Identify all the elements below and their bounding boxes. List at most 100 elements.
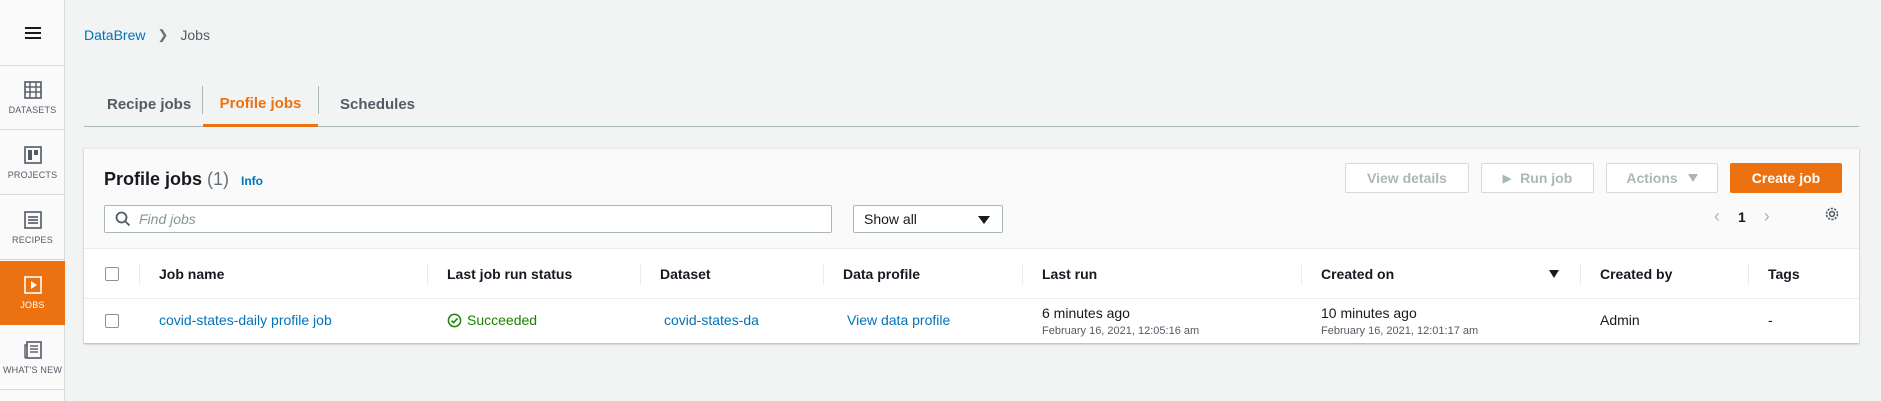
panel-title-text: Profile jobs — [104, 169, 203, 189]
rail-label: WHAT'S NEW — [2, 365, 63, 375]
profile-jobs-panel: Profile jobs (1) Info View details ▶ Run… — [84, 148, 1859, 343]
created-on-date: February 16, 2021, 12:01:17 am — [1321, 325, 1479, 337]
search-box — [104, 205, 832, 233]
table-row: covid-states-daily profile job Succeeded… — [84, 299, 1859, 344]
filter-select[interactable]: Show all — [853, 205, 1003, 233]
col-label: Created on — [1321, 266, 1395, 282]
col-label: Dataset — [660, 266, 711, 282]
col-label: Last job run status — [447, 266, 573, 282]
chevron-right-icon: ❯ — [157, 27, 169, 42]
rail-item-jobs[interactable]: JOBS — [0, 261, 65, 325]
view-details-button[interactable]: View details — [1345, 163, 1469, 193]
check-circle-icon — [447, 313, 462, 327]
row-checkbox[interactable] — [105, 314, 119, 328]
job-name-link[interactable]: covid-states-daily profile job — [159, 312, 332, 328]
pagination: ‹ 1 › — [1714, 206, 1770, 227]
column-divider — [640, 263, 641, 285]
breadcrumb-current: Jobs — [180, 27, 210, 43]
select-all-checkbox[interactable] — [105, 267, 119, 281]
tab-recipe-jobs[interactable]: Recipe jobs — [107, 82, 191, 127]
run-status: Succeeded — [447, 312, 537, 328]
last-run-cell: 6 minutes ago February 16, 2021, 12:05:1… — [1042, 305, 1199, 337]
created-on-relative: 10 minutes ago — [1321, 305, 1417, 321]
rail-item-whats-new[interactable]: WHAT'S NEW — [0, 326, 65, 390]
col-created-by[interactable]: Created by — [1600, 249, 1760, 299]
created-by-cell: Admin — [1600, 312, 1640, 328]
col-last-run[interactable]: Last run — [1042, 249, 1312, 299]
col-data-profile[interactable]: Data profile — [843, 249, 1033, 299]
sort-icon[interactable] — [1272, 270, 1282, 278]
sort-icon[interactable] — [1836, 270, 1846, 278]
col-tags[interactable]: Tags — [1768, 249, 1858, 299]
column-divider — [1580, 263, 1581, 285]
side-rail: DATASETS PROJECTS RECIPES JOBS WHAT'S NE… — [0, 0, 65, 401]
col-created-on[interactable]: Created on — [1321, 249, 1581, 299]
panel-title: Profile jobs (1) Info — [104, 169, 263, 190]
hamburger-icon — [24, 31, 41, 34]
list-icon — [23, 211, 42, 229]
sort-icon[interactable] — [792, 270, 802, 278]
run-job-label: Run job — [1520, 170, 1573, 186]
tab-bar: Recipe jobs Profile jobs Schedules — [84, 82, 1859, 127]
breadcrumb-databrew[interactable]: DataBrew — [84, 27, 145, 43]
breadcrumb: DataBrew ❯ Jobs — [84, 27, 210, 43]
news-icon — [23, 341, 42, 359]
gear-icon[interactable] — [1823, 205, 1841, 223]
sort-icon[interactable] — [1723, 270, 1733, 278]
rail-item-recipes[interactable]: RECIPES — [0, 196, 65, 260]
col-job-name[interactable]: Job name — [159, 249, 424, 299]
actions-label: Actions — [1626, 170, 1678, 186]
search-input[interactable] — [139, 211, 819, 227]
rail-label: RECIPES — [12, 235, 53, 245]
job-count: (1) — [207, 169, 230, 189]
menu-button[interactable] — [0, 0, 65, 66]
create-job-button[interactable]: Create job — [1730, 163, 1842, 193]
col-label: Last run — [1042, 266, 1098, 282]
status-text: Succeeded — [467, 312, 538, 328]
chevron-left-icon[interactable]: ‹ — [1714, 206, 1720, 227]
tab-schedules[interactable]: Schedules — [340, 82, 415, 127]
col-dataset[interactable]: Dataset — [660, 249, 820, 299]
grid-icon — [23, 146, 42, 164]
run-job-button[interactable]: ▶ Run job — [1481, 163, 1594, 193]
col-label: Data profile — [843, 266, 921, 282]
rail-label: JOBS — [20, 300, 45, 310]
chevron-right-icon[interactable]: › — [1764, 206, 1770, 227]
col-label: Created by — [1600, 266, 1673, 282]
actions-button[interactable]: Actions — [1606, 163, 1718, 193]
view-data-profile-link[interactable]: View data profile — [847, 312, 950, 328]
caret-down-icon — [978, 216, 990, 224]
caret-down-icon — [1687, 174, 1698, 182]
column-divider — [427, 263, 428, 285]
column-divider — [1748, 263, 1749, 285]
last-run-date: February 16, 2021, 12:05:16 am — [1042, 325, 1200, 337]
tab-divider — [318, 86, 319, 114]
sort-icon[interactable] — [399, 270, 409, 278]
column-divider — [1301, 263, 1302, 285]
play-icon: ▶ — [1502, 172, 1512, 185]
filter-selected: Show all — [864, 211, 917, 227]
play-icon — [23, 276, 42, 294]
rail-label: DATASETS — [8, 105, 57, 115]
last-run-relative: 6 minutes ago — [1042, 305, 1130, 321]
col-status[interactable]: Last job run status — [447, 249, 647, 299]
rail-label: PROJECTS — [7, 170, 58, 180]
table-icon — [23, 81, 42, 99]
tab-profile-jobs[interactable]: Profile jobs — [203, 82, 318, 127]
column-divider — [1022, 263, 1023, 285]
rail-item-projects[interactable]: PROJECTS — [0, 131, 65, 195]
sort-icon[interactable] — [995, 270, 1005, 278]
rail-item-datasets[interactable]: DATASETS — [0, 66, 65, 130]
col-label: Job name — [159, 266, 225, 282]
panel-header: Profile jobs (1) Info View details ▶ Run… — [84, 149, 1859, 249]
page-number[interactable]: 1 — [1738, 209, 1746, 225]
sort-desc-icon[interactable] — [1549, 270, 1559, 278]
column-divider — [139, 263, 140, 285]
col-label: Tags — [1768, 266, 1800, 282]
info-link[interactable]: Info — [241, 174, 263, 188]
search-icon — [115, 211, 131, 227]
created-on-cell: 10 minutes ago February 16, 2021, 12:01:… — [1321, 305, 1478, 337]
table-header: Job name Last job run status Dataset Dat… — [84, 249, 1859, 299]
dataset-link[interactable]: covid-states-da — [664, 312, 759, 328]
column-divider — [823, 263, 824, 285]
